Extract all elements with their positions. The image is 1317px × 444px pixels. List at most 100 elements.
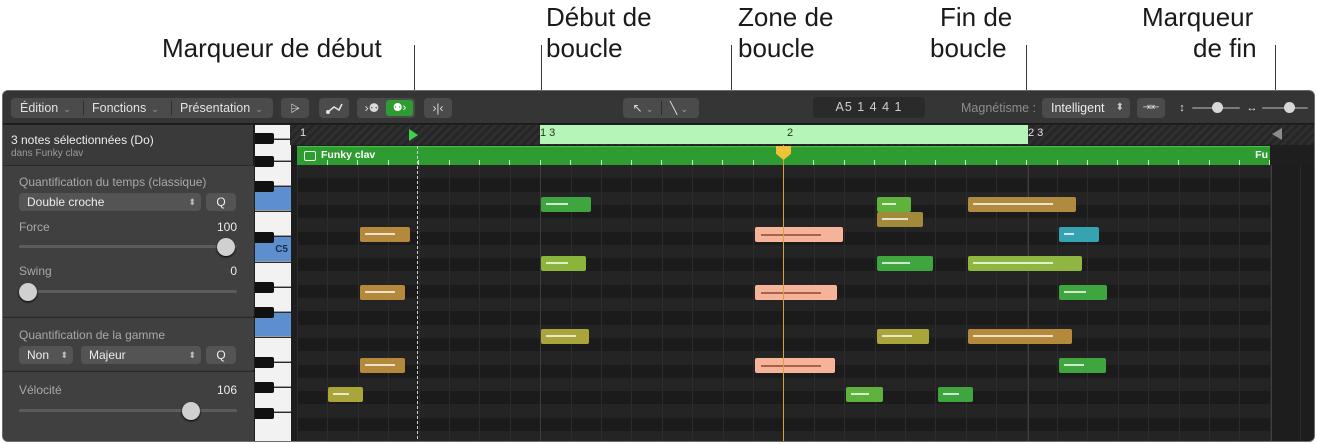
note[interactable] bbox=[541, 329, 589, 344]
scale-quantize-panel: Quantification de la gamme Non ⬍ Majeur ⬍ … bbox=[3, 318, 254, 370]
note[interactable] bbox=[968, 329, 1072, 344]
note[interactable] bbox=[360, 285, 405, 300]
note[interactable] bbox=[360, 227, 410, 242]
black-key[interactable] bbox=[255, 181, 274, 192]
beat-line bbox=[662, 165, 663, 441]
ruler[interactable]: 1 1 3 2 2 3 bbox=[290, 125, 1314, 145]
catch-playhead-icon[interactable]: ›⚉ bbox=[360, 98, 384, 118]
note-selected[interactable] bbox=[755, 227, 843, 242]
velocity-panel: Vélocité 106 bbox=[3, 372, 254, 441]
start-marker-line bbox=[417, 146, 418, 441]
beat-line bbox=[1300, 165, 1301, 441]
velocity-label: Vélocité bbox=[19, 383, 62, 397]
note[interactable] bbox=[1059, 285, 1107, 300]
note[interactable] bbox=[1059, 227, 1099, 242]
piano-keyboard[interactable]: C5 bbox=[255, 125, 291, 441]
fit-button[interactable]: ⇥⇤ bbox=[1137, 98, 1165, 118]
beat-line bbox=[510, 165, 511, 441]
swing-slider-knob[interactable] bbox=[19, 283, 37, 301]
note-selected[interactable] bbox=[755, 285, 837, 300]
callout-end-marker-2: de fin bbox=[1193, 33, 1257, 63]
selection-subtitle: dans Funky clav bbox=[11, 148, 84, 159]
black-key[interactable] bbox=[255, 156, 274, 167]
note[interactable] bbox=[877, 256, 933, 271]
velocity-bar bbox=[333, 393, 349, 395]
black-key[interactable] bbox=[255, 133, 274, 144]
note[interactable] bbox=[938, 387, 973, 402]
black-key[interactable] bbox=[255, 408, 274, 419]
time-quantize-select[interactable]: Double croche ⬍ bbox=[19, 193, 201, 211]
callout-loop-end-1: Fin de bbox=[940, 2, 1013, 32]
menu-functions[interactable]: Fonctions ⌄ bbox=[83, 98, 171, 118]
ruler-bar-1-3: 1 3 bbox=[540, 127, 556, 139]
swing-value: 0 bbox=[230, 264, 237, 278]
velocity-bar bbox=[882, 335, 912, 337]
beat-line bbox=[297, 165, 298, 441]
menu-view[interactable]: Présentation ⌄ bbox=[171, 98, 273, 118]
beat-line bbox=[1087, 165, 1088, 441]
collapse-icon[interactable]: ›|‹ bbox=[424, 98, 452, 118]
tool-divider bbox=[661, 101, 662, 115]
note[interactable] bbox=[1059, 358, 1106, 373]
toolbar: Édition ⌄ Fonctions ⌄ Présentation ⌄ ⩥ ›⚉ ⚉… bbox=[3, 91, 1314, 124]
note[interactable] bbox=[328, 387, 363, 402]
velocity-slider-track[interactable] bbox=[19, 409, 237, 412]
time-quantize-q-button[interactable]: Q bbox=[206, 193, 236, 211]
link-icon[interactable]: ⚉› bbox=[386, 100, 413, 116]
velocity-bar bbox=[973, 335, 1053, 337]
note[interactable] bbox=[541, 197, 591, 212]
collapse-glyph: ›|‹ bbox=[432, 101, 444, 115]
beat-line bbox=[935, 165, 936, 441]
quantize-icon[interactable]: ⩥ bbox=[281, 98, 309, 118]
callout-loop-end-2: boucle bbox=[930, 33, 1007, 63]
black-key[interactable] bbox=[255, 232, 274, 243]
beat-line bbox=[753, 165, 754, 441]
menu-edit[interactable]: Édition ⌄ bbox=[11, 98, 83, 118]
vertical-zoom-knob[interactable] bbox=[1212, 102, 1223, 113]
snap-select[interactable]: Intelligent ⬍ bbox=[1042, 98, 1130, 118]
black-key[interactable] bbox=[255, 382, 274, 393]
note[interactable] bbox=[968, 256, 1082, 271]
swing-slider-track[interactable] bbox=[19, 290, 237, 293]
callout-start-marker: Marqueur de début bbox=[162, 33, 382, 63]
loop-zone[interactable] bbox=[540, 125, 1028, 144]
beat-line bbox=[631, 165, 632, 441]
ruler-bar-2: 2 bbox=[787, 127, 794, 139]
velocity-value: 106 bbox=[216, 383, 237, 397]
note[interactable] bbox=[877, 329, 929, 344]
note[interactable] bbox=[360, 358, 405, 373]
strength-slider-knob[interactable] bbox=[217, 238, 235, 256]
quantize-glyph: ⩥ bbox=[290, 101, 300, 115]
velocity-slider-knob[interactable] bbox=[182, 402, 200, 420]
velocity-bar bbox=[882, 218, 908, 220]
pointer-tool-icon[interactable]: ↖ ⌄ bbox=[627, 98, 659, 119]
strength-value: 100 bbox=[216, 220, 237, 234]
note[interactable] bbox=[877, 212, 923, 227]
black-key[interactable] bbox=[255, 307, 274, 318]
note[interactable] bbox=[968, 197, 1076, 212]
region-name: Funky clav bbox=[321, 149, 376, 161]
pencil-tool-icon[interactable]: ╲ ⌄ bbox=[663, 98, 695, 119]
midi-in-icon[interactable] bbox=[319, 98, 349, 118]
scale-type-select[interactable]: Majeur ⬍ bbox=[81, 346, 201, 364]
scale-root-select[interactable]: Non ⬍ bbox=[19, 346, 73, 364]
callout-loop-zone-2: boucle bbox=[738, 33, 815, 63]
region-end-label: Fu bbox=[1255, 149, 1268, 161]
chevron-down-icon: ⌄ bbox=[151, 104, 159, 114]
note[interactable] bbox=[846, 387, 883, 402]
note[interactable] bbox=[541, 256, 586, 271]
horizontal-zoom-knob[interactable] bbox=[1284, 102, 1295, 113]
updown-icon: ⬍ bbox=[188, 350, 196, 360]
beat-line bbox=[692, 165, 693, 441]
note-grid[interactable] bbox=[297, 165, 1314, 441]
black-key[interactable] bbox=[255, 357, 274, 368]
velocity-bar bbox=[1064, 364, 1084, 366]
vertical-zoom-icon: ↕ bbox=[1179, 102, 1185, 114]
note-selected[interactable] bbox=[755, 358, 835, 373]
black-key[interactable] bbox=[255, 282, 274, 293]
strength-slider-track[interactable] bbox=[19, 245, 237, 248]
scale-quantize-q-button[interactable]: Q bbox=[206, 346, 236, 364]
note[interactable] bbox=[877, 197, 911, 212]
velocity-bar bbox=[1064, 291, 1086, 293]
beat-line bbox=[814, 165, 815, 441]
